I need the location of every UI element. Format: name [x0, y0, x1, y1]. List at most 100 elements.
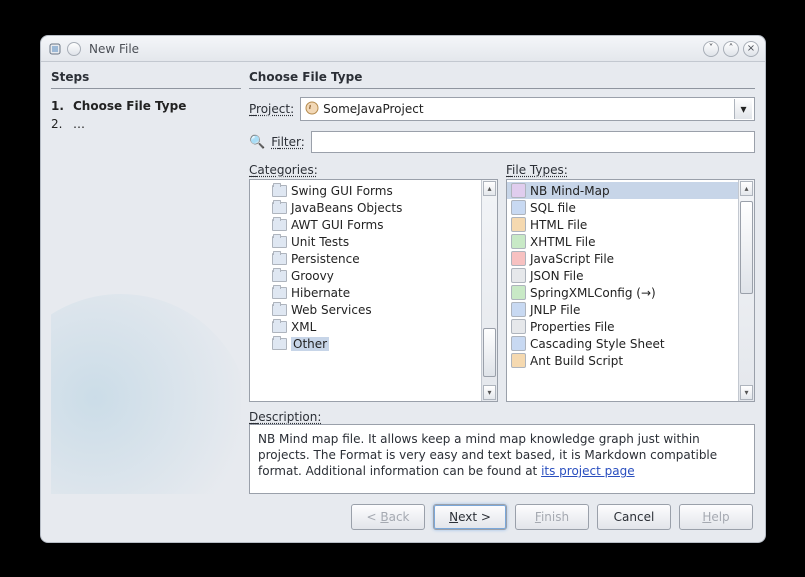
folder-icon [272, 338, 287, 350]
categories-label: Categories: [249, 163, 498, 177]
filetype-item[interactable]: NB Mind-Map [507, 182, 738, 199]
folder-icon [272, 185, 287, 197]
category-item[interactable]: Persistence [250, 250, 481, 267]
category-item[interactable]: Swing GUI Forms [250, 182, 481, 199]
filetype-item[interactable]: SQL file [507, 199, 738, 216]
java-project-icon [305, 101, 319, 118]
folder-icon [272, 202, 287, 214]
description-label: Description: [249, 410, 321, 424]
filetype-item[interactable]: Ant Build Script [507, 352, 738, 369]
file-icon [511, 285, 526, 300]
folder-icon [272, 321, 287, 333]
scroll-up-button[interactable]: ▴ [740, 181, 753, 196]
filetypes-listbox[interactable]: NB Mind-Map SQL file HTML File XHTML FileJa… [506, 179, 755, 402]
filetype-label: Ant Build Script [530, 354, 623, 368]
main-panel: Choose File Type Project: SomeJavaProjec… [249, 70, 755, 494]
file-icon [511, 200, 526, 215]
project-page-link[interactable]: its project page [541, 464, 635, 478]
filetype-label: HTML File [530, 218, 587, 232]
finish-button[interactable]: Finish [515, 504, 589, 530]
category-item[interactable]: Hibernate [250, 284, 481, 301]
scroll-thumb[interactable] [740, 201, 753, 295]
category-item[interactable]: Unit Tests [250, 233, 481, 250]
categories-scrollbar[interactable]: ▴ ▾ [481, 180, 497, 401]
project-label: Project: [249, 102, 294, 116]
category-item[interactable]: JavaBeans Objects [250, 199, 481, 216]
pin-button[interactable] [67, 42, 81, 56]
steps-panel: Steps 1. Choose File Type 2. … [51, 70, 241, 494]
step-item: 1. Choose File Type [51, 97, 241, 115]
filetype-label: JNLP File [530, 303, 580, 317]
cancel-button[interactable]: Cancel [597, 504, 671, 530]
dialog-footer: < Back Next > Finish Cancel Help [41, 494, 765, 542]
filter-label: Filter: [271, 135, 305, 149]
category-item[interactable]: XML [250, 318, 481, 335]
search-icon: 🔍 [249, 135, 265, 150]
app-icon [47, 41, 63, 57]
filetype-item[interactable]: Cascading Style Sheet [507, 335, 738, 352]
folder-icon [272, 253, 287, 265]
category-item[interactable]: Other [250, 335, 481, 352]
filter-input[interactable] [311, 131, 755, 153]
filetype-item[interactable]: JavaScript File [507, 250, 738, 267]
filetype-label: JSON File [530, 269, 583, 283]
filetype-label: Cascading Style Sheet [530, 337, 665, 351]
filetype-item[interactable]: HTML File [507, 216, 738, 233]
scroll-up-button[interactable]: ▴ [483, 181, 496, 196]
filetype-label: SQL file [530, 201, 576, 215]
scroll-down-button[interactable]: ▾ [740, 385, 753, 400]
new-file-dialog: New File ˅ ˄ × Steps 1. Choose File Type… [40, 35, 766, 543]
category-item[interactable]: AWT GUI Forms [250, 216, 481, 233]
description-text: NB Mind map file. It allows keep a mind … [258, 432, 717, 478]
folder-icon [272, 287, 287, 299]
category-label: Swing GUI Forms [291, 184, 393, 198]
filetype-item[interactable]: XHTML File [507, 233, 738, 250]
category-item[interactable]: Groovy [250, 267, 481, 284]
filetypes-scrollbar[interactable]: ▴ ▾ [738, 180, 754, 401]
filetype-item[interactable]: JSON File [507, 267, 738, 284]
category-label: Web Services [291, 303, 372, 317]
filetype-item[interactable]: Properties File [507, 318, 738, 335]
category-label: XML [291, 320, 316, 334]
description-box: NB Mind map file. It allows keep a mind … [249, 424, 755, 494]
filetype-label: Properties File [530, 320, 615, 334]
file-icon [511, 319, 526, 334]
file-icon [511, 217, 526, 232]
file-icon [511, 302, 526, 317]
category-label: Other [291, 337, 329, 351]
file-icon [511, 268, 526, 283]
file-icon [511, 336, 526, 351]
folder-icon [272, 304, 287, 316]
category-item[interactable]: Web Services [250, 301, 481, 318]
file-icon [511, 353, 526, 368]
category-label: Hibernate [291, 286, 350, 300]
filetype-label: SpringXMLConfig (→) [530, 286, 656, 300]
category-label: JavaBeans Objects [291, 201, 402, 215]
maximize-button[interactable]: ˄ [723, 41, 739, 57]
close-button[interactable]: × [743, 41, 759, 57]
category-label: AWT GUI Forms [291, 218, 383, 232]
minimize-button[interactable]: ˅ [703, 41, 719, 57]
titlebar: New File ˅ ˄ × [41, 36, 765, 62]
scroll-thumb[interactable] [483, 328, 496, 377]
help-button[interactable]: Help [679, 504, 753, 530]
filetype-item[interactable]: JNLP File [507, 301, 738, 318]
categories-listbox[interactable]: Swing GUI Forms JavaBeans Objects AWT GUI … [249, 179, 498, 402]
chevron-down-icon[interactable]: ▾ [734, 99, 752, 119]
file-icon [511, 234, 526, 249]
scroll-down-button[interactable]: ▾ [483, 385, 496, 400]
category-label: Groovy [291, 269, 334, 283]
folder-icon [272, 219, 287, 231]
next-button[interactable]: Next > [433, 504, 507, 530]
back-button[interactable]: < Back [351, 504, 425, 530]
project-value: SomeJavaProject [323, 102, 734, 116]
category-label: Persistence [291, 252, 360, 266]
steps-list: 1. Choose File Type 2. … [51, 97, 241, 133]
step-item: 2. … [51, 115, 241, 133]
project-select[interactable]: SomeJavaProject ▾ [300, 97, 755, 121]
steps-heading: Steps [51, 70, 241, 89]
filetype-item[interactable]: SpringXMLConfig (→) [507, 284, 738, 301]
filetype-label: XHTML File [530, 235, 596, 249]
category-label: Unit Tests [291, 235, 349, 249]
folder-icon [272, 236, 287, 248]
